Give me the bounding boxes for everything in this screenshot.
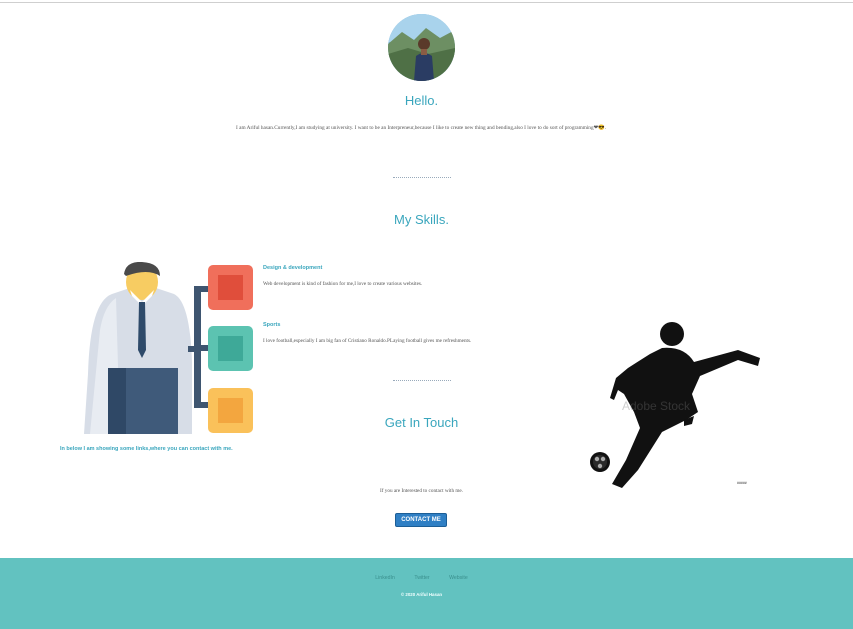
contact-text: If you are Interested to contact with me… <box>380 488 463 494</box>
section-divider <box>393 177 451 178</box>
intro-text: I am Ariful hasan.Currently,I am studyin… <box>236 125 606 131</box>
skill-heading-design: Design & development <box>263 265 323 271</box>
skill-text-sports: I love football,especially I am big fan … <box>263 338 472 344</box>
contact-me-button[interactable]: CONTACT ME <box>395 513 447 527</box>
footer-link-twitter[interactable]: Twitter <box>414 575 429 581</box>
business-man-illustration <box>82 261 258 439</box>
greeting-heading: Hello. <box>404 93 439 108</box>
football-player-illustration: Adobe Stock <box>588 320 763 495</box>
skill-heading-sports: Sports <box>263 322 281 328</box>
skills-heading: My Skills. <box>394 212 449 227</box>
avatar <box>388 14 455 81</box>
footer-link-linkedin[interactable]: LinkedIn <box>375 575 395 581</box>
top-divider <box>0 2 853 3</box>
footer-link-website[interactable]: Website <box>449 575 468 581</box>
image-caption: ##### <box>737 481 747 485</box>
links-note-text: In below I am showing some links,where y… <box>60 446 233 452</box>
copyright-text: © 2020 Ariful Hasan <box>400 592 443 597</box>
svg-text:Adobe Stock: Adobe Stock <box>622 399 691 413</box>
footer-links: LinkedIn Twitter Website <box>0 575 843 581</box>
skill-text-design: Web development is kind of fashion for m… <box>263 281 423 287</box>
section-divider <box>393 380 451 381</box>
